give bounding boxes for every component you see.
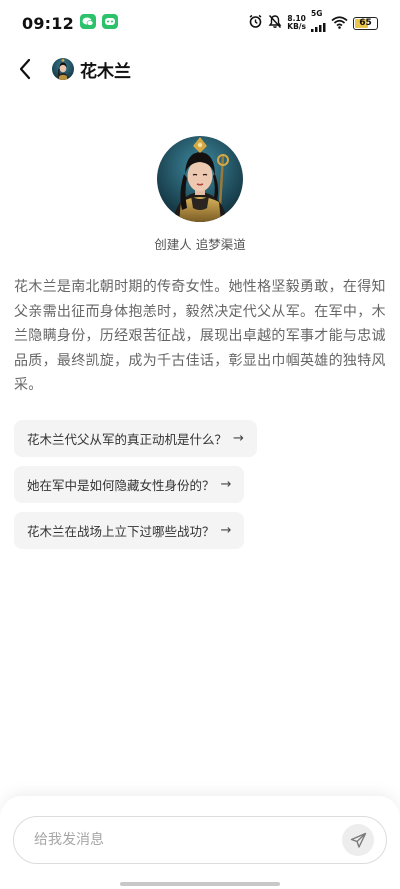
network-type: 5G [311,9,323,18]
home-indicator[interactable] [120,882,280,886]
creator-label: 创建人 追梦渠道 [154,237,246,252]
chat-header: 花木兰 [0,50,400,88]
chevron-left-icon [19,58,31,80]
app-notification-icon [101,13,118,33]
send-button[interactable] [342,824,374,856]
header-avatar[interactable] [52,58,74,80]
signal-icon [311,17,326,36]
status-right: 8.10 KB/s 5G 65 [248,10,378,36]
net-speed: 8.10 KB/s [287,15,306,31]
arrow-right-icon: → [220,477,232,492]
arrow-right-icon: → [220,523,232,538]
suggestion-chip[interactable]: 花木兰在战场上立下过哪些战功？ → [14,512,245,549]
clock: 09:12 [22,13,74,33]
composer-panel [0,796,400,889]
suggestion-text: 花木兰代父从军的真正动机是什么？ [27,432,228,447]
battery-icon: 65 [353,16,378,30]
mute-icon [268,14,282,33]
alarm-icon [248,14,263,33]
character-profile: 创建人 追梦渠道 [0,136,400,253]
arrow-right-icon: → [233,431,244,446]
suggestion-chip[interactable]: 她在军中是如何隐藏女性身份的？ → [14,466,245,503]
suggestion-text: 她在军中是如何隐藏女性身份的？ [27,478,215,493]
wifi-icon [331,14,348,33]
suggestion-text: 花木兰在战场上立下过哪些战功？ [27,524,215,539]
character-description: 花木兰是南北朝时期的传奇女性。她性格坚毅勇敢，在得知父亲需出征而身体抱恙时，毅然… [14,279,386,393]
status-left: 09:12 [22,13,118,33]
suggestion-chip[interactable]: 花木兰代父从军的真正动机是什么？ → [14,420,257,457]
back-button[interactable] [14,58,36,80]
message-input[interactable] [32,831,342,849]
status-bar: 09:12 8.10 KB/s 5G 65 [0,0,400,46]
character-avatar[interactable] [157,136,243,222]
send-icon [350,832,366,848]
cellular-group: 5G [311,10,326,36]
battery-level: 65 [359,18,372,28]
wechat-icon [79,13,96,33]
chat-title: 花木兰 [80,61,131,82]
net-speed-unit: KB/s [287,22,306,31]
suggested-questions: 花木兰代父从军的真正动机是什么？ → 她在军中是如何隐藏女性身份的？ → 花木兰… [14,420,257,549]
message-composer [13,816,387,864]
